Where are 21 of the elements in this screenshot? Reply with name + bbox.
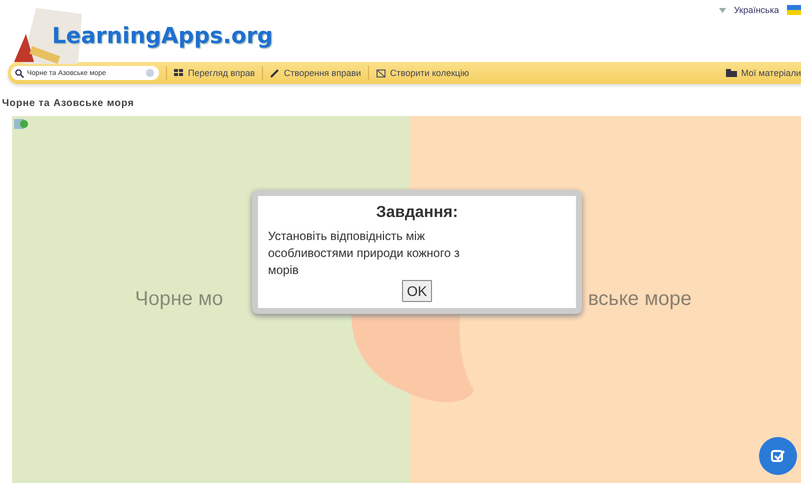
region-label: вське море <box>588 288 692 311</box>
toolbar-link[interactable]: Створити колекцію <box>376 68 469 78</box>
dialog-title: Завдання: <box>375 204 459 222</box>
language-selector[interactable]: Українська <box>734 5 779 15</box>
dropdown-icon <box>718 8 726 12</box>
toolbar-link[interactable]: Створення вправи <box>270 68 362 78</box>
pencil-icon <box>270 68 280 78</box>
region-label: Чорне мо <box>135 288 224 311</box>
folder-icon <box>726 69 738 77</box>
ok-button[interactable]: OK <box>402 280 432 302</box>
clear-icon <box>146 69 154 77</box>
frame-icon <box>376 68 386 78</box>
flag-icon <box>787 5 801 15</box>
check-icon <box>771 449 785 463</box>
grid-icon <box>174 68 184 78</box>
page-title: Чорне та Азовське моря <box>1 97 136 111</box>
logo-link[interactable]: LearningApps.org <box>52 24 273 48</box>
toolbar-link[interactable]: Перегляд вправ <box>174 68 255 78</box>
toolbar-link[interactable]: Мої матеріали <box>726 68 801 78</box>
search-icon <box>15 69 24 78</box>
dialog-text: Установіть відповідність між особливостями природи кожного з морів <box>268 228 461 279</box>
